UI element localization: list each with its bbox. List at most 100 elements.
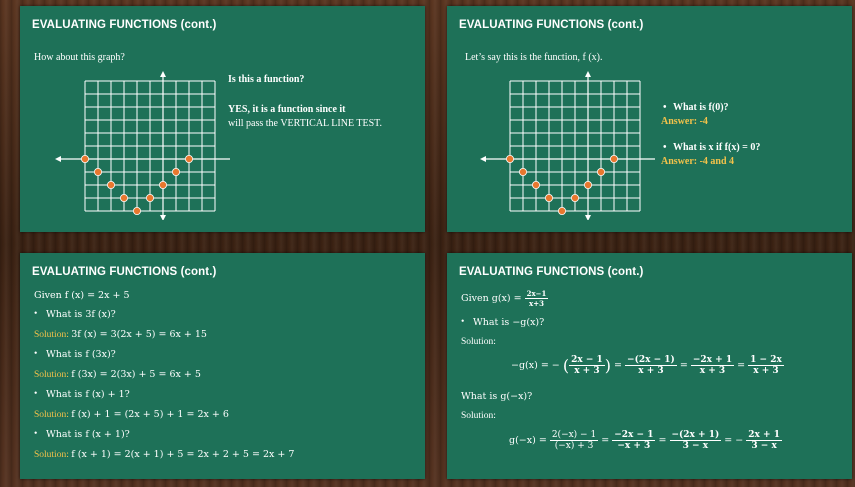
solution-1: 3f (x) = 3(2x + 5) = 6x + 15: [71, 329, 207, 340]
y-axis-arrow-up: [160, 71, 166, 77]
solution-label: Solution:: [34, 370, 69, 380]
data-point: [120, 194, 129, 203]
data-point: [505, 155, 514, 164]
fraction: −2x − 1 −x + 3: [612, 430, 656, 451]
data-point: [609, 155, 618, 164]
fraction: 2(−x) − 1 (−x) + 3: [549, 430, 599, 451]
slide-graph-function: EVALUATING FUNCTIONS (cont.) How about t…: [20, 6, 425, 232]
fraction: 2x − 1x + 3: [569, 355, 605, 376]
answer-line-2: will pass the VERTICAL LINE TEST.: [228, 118, 383, 129]
bullet-icon: •: [34, 389, 38, 399]
given-function: Given f (x) = 2x + 5: [34, 290, 130, 301]
given-function: Given g(x) = 2x−1 x+3: [461, 289, 549, 308]
fraction: −2x + 1x + 3: [690, 355, 735, 376]
fraction-numerator: −2x + 1: [690, 355, 735, 366]
answer-1: Answer: -4: [661, 116, 708, 127]
equals-sign: =: [658, 435, 667, 446]
answer-2: Answer: -4 and 4: [661, 156, 735, 167]
bullet-icon: •: [663, 102, 667, 113]
data-point: [159, 181, 168, 190]
coordinate-graph: [480, 71, 655, 220]
data-point: [80, 155, 89, 164]
fraction-numerator: 1 − 2x: [748, 355, 784, 366]
question-2: What is g(−x)?: [461, 391, 533, 402]
data-point: [584, 181, 593, 190]
fraction-denominator: x + 3: [753, 366, 779, 376]
solution-label: Solution:: [34, 450, 69, 460]
y-axis-arrow-down: [160, 215, 166, 220]
data-point: [597, 168, 606, 177]
equation-1: −g(x) = − (2x − 1x + 3) = −(2x − 1) x + 3…: [511, 355, 784, 376]
data-point: [558, 206, 567, 215]
fraction-numerator: 2x − 1: [569, 355, 605, 366]
given-prefix: Given g(x) =: [461, 293, 522, 304]
fraction-denominator: x + 3: [574, 366, 600, 376]
data-point: [532, 181, 541, 190]
data-point: [94, 168, 103, 177]
data-point: [519, 168, 528, 177]
slide-subtitle: How about this graph?: [34, 52, 125, 63]
bullet-icon: •: [663, 142, 667, 153]
question-4: What is f (x + 1)?: [46, 429, 130, 440]
data-point: [172, 168, 181, 177]
answer-line-1: YES, it is a function since it: [228, 104, 346, 115]
data-point: [146, 194, 155, 203]
question-1: What is f(0)?: [673, 102, 729, 113]
equals-negative: = −: [724, 435, 744, 446]
data-point: [184, 155, 193, 164]
question-2: What is f (3x)?: [46, 349, 116, 360]
fraction-numerator: −2x − 1: [612, 430, 656, 441]
slide-function-values: EVALUATING FUNCTIONS (cont.) Let’s say t…: [447, 6, 852, 232]
slide-subtitle: Let’s say this is the function, f (x).: [465, 52, 603, 63]
coordinate-graph: [55, 71, 230, 220]
y-axis-arrow-up: [585, 71, 591, 77]
equals-sign: =: [737, 360, 746, 371]
slide-title: EVALUATING FUNCTIONS (cont.): [459, 19, 644, 31]
solution-4: f (x + 1) = 2(x + 1) + 5 = 2x + 2 + 5 = …: [71, 449, 295, 460]
fraction-denominator: x + 3: [699, 366, 726, 376]
fraction-denominator: x + 3: [638, 366, 664, 376]
solution-label: Solution:: [461, 337, 496, 347]
equals-sign: =: [614, 360, 623, 371]
solution-label: Solution:: [461, 411, 496, 421]
equals-sign: =: [601, 435, 610, 446]
fraction-numerator: −(2x + 1): [669, 430, 722, 441]
equation-2: g(−x) = 2(−x) − 1 (−x) + 3 = −2x − 1 −x + …: [509, 430, 782, 451]
data-point: [545, 194, 554, 203]
slide-negation: EVALUATING FUNCTIONS (cont.) Given g(x) …: [447, 253, 852, 479]
question-1: What is −g(x)?: [473, 317, 545, 328]
x-axis-arrow-left: [55, 156, 61, 162]
equals-sign: =: [679, 360, 688, 371]
solution-label: Solution:: [34, 410, 69, 420]
data-point: [107, 181, 116, 190]
slide-transformations: EVALUATING FUNCTIONS (cont.) Given f (x)…: [20, 253, 425, 479]
fraction-numerator: 2x + 1: [746, 430, 782, 441]
slide-title: EVALUATING FUNCTIONS (cont.): [32, 266, 217, 278]
data-point: [571, 194, 580, 203]
bullet-icon: •: [34, 309, 38, 319]
fraction-denominator: −x + 3: [617, 441, 651, 451]
fraction-numerator: 2x−1: [524, 289, 549, 299]
x-axis-arrow-left: [480, 156, 486, 162]
question-1: What is 3f (x)?: [46, 309, 116, 320]
question-2: What is x if f(x) = 0?: [673, 142, 761, 153]
question: Is this a function?: [228, 74, 305, 85]
given-fraction: 2x−1 x+3: [524, 289, 549, 308]
solution-2: f (3x) = 2(3x) + 5 = 6x + 5: [71, 369, 201, 380]
fraction: 1 − 2x x + 3: [748, 355, 784, 376]
bullet-icon: •: [461, 317, 465, 327]
bullet-icon: •: [34, 429, 38, 439]
fraction: −(2x − 1) x + 3: [625, 355, 677, 376]
data-point: [133, 206, 142, 215]
question-3: What is f (x) + 1?: [46, 389, 130, 400]
fraction-denominator: 3 − x: [751, 441, 777, 451]
solution-3: f (x) + 1 = (2x + 5) + 1 = 2x + 6: [71, 409, 229, 420]
equation-lhs: −g(x) = −: [511, 360, 560, 371]
fraction: 2x + 13 − x: [746, 430, 782, 451]
fraction-denominator: x+3: [529, 299, 544, 308]
solution-label: Solution:: [34, 330, 69, 340]
equation-lhs: g(−x) =: [509, 435, 547, 446]
fraction-denominator: 3 − x: [682, 441, 709, 451]
fraction-numerator: −(2x − 1): [625, 355, 677, 366]
fraction-denominator: (−x) + 3: [554, 441, 594, 451]
